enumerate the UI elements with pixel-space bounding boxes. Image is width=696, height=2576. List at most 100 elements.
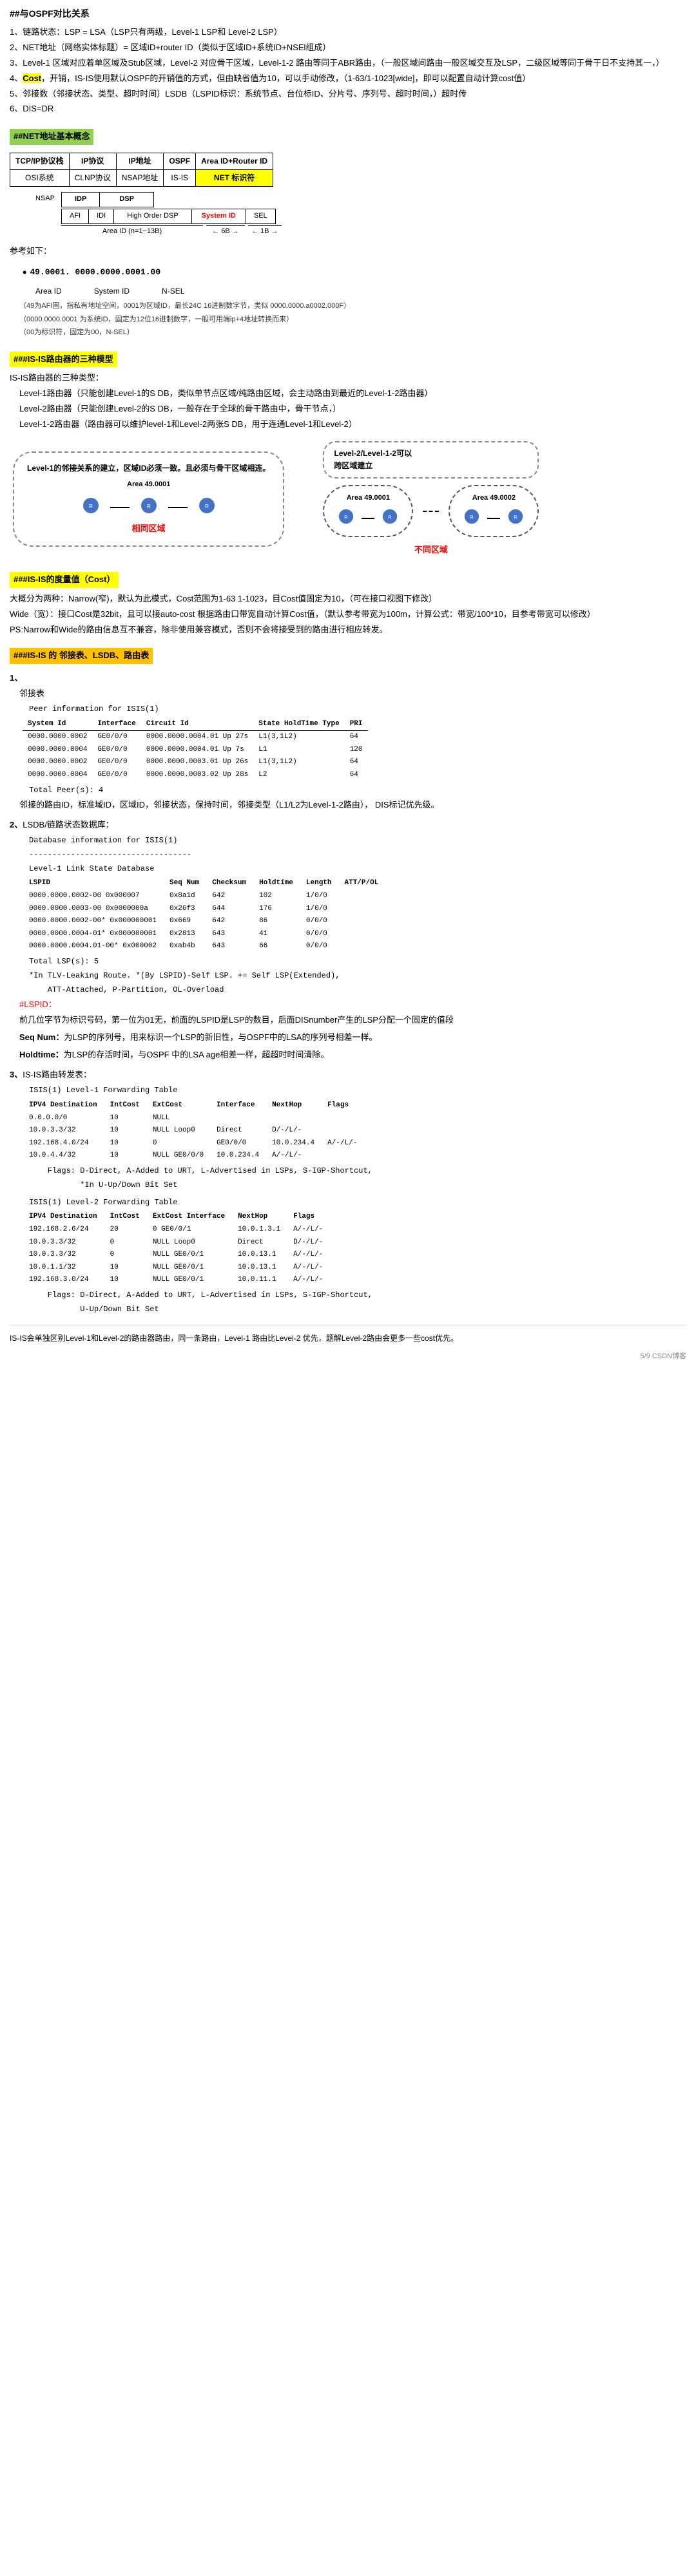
fl2r3-ext: NULL GE0/0/1 [146,1249,231,1262]
peer-row-2: 0000.0000.0004 GE0/0/0 0000.0000.0004.01… [23,744,368,757]
peer-col-intf: Interface [92,718,140,731]
fl2r5-flags: A/-/L/- [287,1274,329,1287]
router-icon-2: R [139,496,159,519]
lr1-check: 642 [206,890,253,903]
fl2r4-flags: A/-/L/- [287,1262,329,1274]
lsdb-row-1: 0000.0000.0002-00 0x000007 0x8a1d 642 10… [23,890,385,903]
fwd-l2-row-1: 192.168.2.6/24 20 0 GE0/0/1 10.0.1.3.1 A… [23,1224,329,1236]
fl2r3-next: 10.0.13.1 [231,1249,287,1262]
svg-text:R: R [345,514,349,520]
ospf-item-6: 6、DIS=DR [10,102,686,116]
fwd-col-dest: IPV4 Destination [23,1099,104,1112]
router-r1: R [337,507,355,530]
fl2r5-ext: NULL GE0/0/1 [146,1274,231,1287]
note2: （0000.0000.0001 为系统ID，固定为12位16进制数字，一般可用端… [19,314,686,326]
td-osi: OSI系统 [10,170,70,187]
lspid-note: #LSPID： [19,998,686,1012]
isis-diagram-container: Level-1的邻接关系的建立，区域ID必须一致。且必须与骨干区域相连。 Are… [13,441,683,558]
isis-routing-desc: IS-IS路由器的三种类型： Level-1路由器（只能创建Level-1的S … [10,372,686,431]
peer-col-circuit: Circuit Id [141,718,253,731]
svg-text:R: R [514,514,518,520]
lsdb-flags: *In TLV-Leaking Route. *(By LSPID)-Self … [29,971,686,981]
fwd-num: 3、IS-IS路由转发表： [10,1068,686,1082]
lsdb-col-holdtime: Holdtime [253,877,300,890]
cost-heading: ###IS-IS的度量值（Cost） [10,572,119,588]
lr1-lspid: 0000.0000.0002-00 0x000007 [23,890,163,903]
fl1r1-dest: 0.0.0.0/0 [23,1112,104,1125]
fl2r1-int: 20 [104,1224,146,1236]
fwd-l1-row-3: 192.168.4.0/24 10 0 GE0/0/0 10.0.234.4 A… [23,1137,363,1150]
level2-area: Level-2/Level-1-2可以跨区域建立 Area 49.0001 R [323,441,539,558]
pr1-circuit: 0000.0000.0004.01 Up 27s [141,731,253,744]
lr1-hold: 102 [253,890,300,903]
lr4-lspid: 0000.0000.0004-01* 0x000000001 [23,928,163,941]
fwd-l2-row-5: 192.168.3.0/24 10 NULL GE0/0/1 10.0.11.1… [23,1274,329,1287]
lsdb-col-att: ATT/P/OL [338,877,385,890]
system-id-label: System ID [94,285,130,298]
svg-text:R: R [389,514,392,520]
fwd-col-nexthop: NextHop [266,1099,321,1112]
fwd-section: 3、IS-IS路由转发表： ISIS(1) Level-1 Forwarding… [10,1068,686,1315]
lr2-len: 1/0/0 [300,903,338,916]
td-net: NET 标识符 [196,170,273,187]
lsdb-level1: Level-1 Link State Database [29,864,686,875]
lsdb-table-container: LSPID Seq Num Checksum Holdtime Length A… [23,877,686,953]
link-line-2 [168,507,188,508]
pr4-circuit: 0000.0000.0003.02 Up 28s [141,769,253,782]
fwd2-col-nexthop: NextHop [231,1211,287,1224]
bottom-note: IS-IS会单独区别Level-1和Level-2的路由器路由，同一条路由，Le… [10,1325,686,1345]
lsdb-row-2: 0000.0000.0003-00 0x0000000a 0x26f3 644 … [23,903,385,916]
router-r4: R [507,507,525,530]
pr2-pri: 120 [345,744,368,757]
peer-col-state: State HoldTime Type [253,718,344,731]
fwd-col-extcost: ExtCost [146,1099,210,1112]
peer-row-3: 0000.0000.0002 GE0/0/0 0000.0000.0003.01… [23,756,368,769]
fl1r4-next: A/-/L/- [266,1150,321,1162]
peer-section: 1、 邻接表 Peer information for ISIS(1) Syst… [10,672,686,812]
lr2-seq: 0x26f3 [163,903,206,916]
example-label: 参考如下： [10,245,686,258]
lr3-check: 642 [206,915,253,928]
fwd-l1-flags-note: Flags: D-Direct, A-Added to URT, L-Adver… [29,1166,686,1177]
area-id-label: Area ID [35,285,62,298]
bottom-note-text: IS-IS会单独区别Level-1和Level-2的路由器路由，同一条路由，Le… [10,1332,686,1345]
lr5-len: 0/0/0 [300,940,338,953]
ospf-item-5: 5、邻接数（邻接状态、类型、超时时间）LSDB（LSPID标识：系统节点、台位标… [10,88,686,101]
fl2r2-ext: NULL Loop0 [146,1236,231,1249]
svg-text:R: R [147,504,151,509]
svg-text:R: R [89,504,93,509]
peer-table: System Id Interface Circuit Id State Hol… [23,718,368,782]
page-footer: 5/9 CSDN博客 [10,1351,686,1363]
lsdb-section: 2、LSDB/链路状态数据库： Database information for… [10,819,686,1061]
lsdb-row-4: 0000.0000.0004-01* 0x000000001 0x2813 64… [23,928,385,941]
svg-text:R: R [205,504,209,509]
pr4-state: L2 [253,769,344,782]
lr4-len: 0/0/0 [300,928,338,941]
net-section: ##NET地址基本概念 TCP/IP协议栈 IP协议 IP地址 OSPF Are… [10,124,686,237]
peer-table-container: System Id Interface Circuit Id State Hol… [23,718,686,782]
total-peers: Total Peer(s): 4 [29,785,686,796]
note1: （49为AFI固，指私有地址空间，0001为区域ID，最长24C 16进制数字节… [19,301,686,312]
td-nsap: NSAP地址 [116,170,164,187]
peer-col-sysid: System Id [23,718,92,731]
level2-desc: Level-2路由器（只能创建Level-2的S DB，一般存在于全球的骨干路由… [19,402,686,416]
fl2r3-dest: 10.0.3.3/32 [23,1249,104,1262]
peer-row-4: 0000.0000.0004 GE0/0/0 0000.0000.0003.02… [23,769,368,782]
lr4-check: 643 [206,928,253,941]
nsap-diagram: NSAP IDP DSP AFI IDI High Order DSP Syst… [29,192,686,237]
th-tcp-ip: TCP/IP协议栈 [10,153,70,169]
ospf-item-1: 1、链路状态：LSP = LSA（LSP只有两级，Level-1 LSP和 Le… [10,26,686,39]
level12-desc: Level-1-2路由器（路由器可以维护level-1和Level-2两张S D… [19,418,686,431]
lsdb-row-5: 0000.0000.0004.01-00* 0x000002 0xab4b 64… [23,940,385,953]
link-line-1 [110,507,130,508]
ospf-item-2: 2、NET地址（网络实体标题）= 区域ID+router ID（类似于区域ID+… [10,41,686,55]
pr1-state: L1(3,1L2) [253,731,344,744]
fl1r3-ext: 0 [146,1137,210,1150]
diff-area-label: 不同区域 [414,545,448,554]
pr1-pri: 64 [345,731,368,744]
fl1r4-ext: NULL GE0/0/0 [146,1150,210,1162]
fwd-col-intcost: IntCost [104,1099,146,1112]
fl2r4-int: 10 [104,1262,146,1274]
fl1r2-dest: 10.0.3.3/32 [23,1124,104,1137]
pr1-sysid: 0000.0000.0002 [23,731,92,744]
